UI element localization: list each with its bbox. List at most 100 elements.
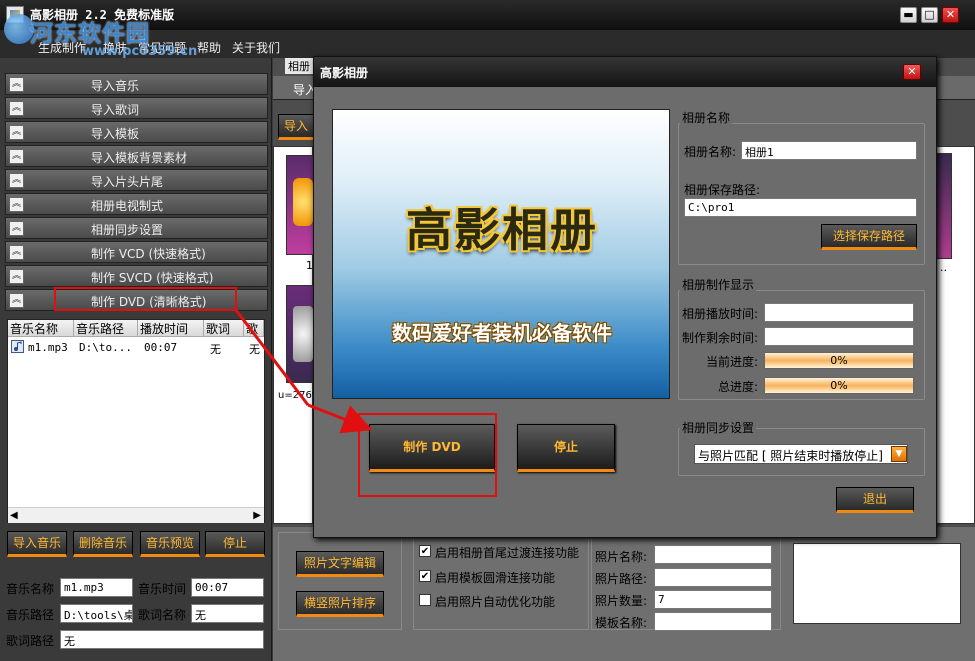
photo-path-field[interactable] [654,568,772,587]
table-cell: m1.mp3 [28,341,68,354]
column-header[interactable]: 播放时间 [138,320,204,337]
sidebar-item-import-bg[interactable]: ︽ 导入模板背景素材 [5,145,268,167]
photo-label: 1 [306,259,313,272]
template-name-field[interactable] [654,612,772,631]
lyric-name-field[interactable]: 无 [191,604,264,623]
make-dvd-dialog: 高影相册 ✕ 高影相册 数码爱好者装机必备软件 制作 DVD 停止 相册名称 相… [313,56,937,538]
photo-text-edit-button[interactable]: 照片文字编辑 [296,551,384,577]
scroll-left-icon[interactable]: ◀ [10,510,18,521]
group-title: 相册名称 [680,109,733,126]
album-preview: 高影相册 数码爱好者装机必备软件 [332,109,670,399]
import-photo-button[interactable]: 导入 [278,114,314,140]
group-title: 相册制作显示 [680,276,757,293]
current-progress-label: 当前进度: [706,355,759,369]
preview-music-button[interactable]: 音乐预览 [140,531,200,557]
highlight-box-make [358,413,497,497]
photo-thumbnail[interactable] [286,285,314,383]
column-header[interactable]: 歌 [244,320,264,337]
play-time-label: 相册播放时间: [682,307,759,321]
watermark-text: 河东软件园 [30,21,150,47]
sidebar-item-import-lyrics[interactable]: ︽ 导入歌词 [5,97,268,119]
checkbox-smooth[interactable]: ✔ [419,570,431,582]
lyric-path-field[interactable]: 无 [60,630,264,649]
minimize-button[interactable]: ▬ [900,7,917,23]
preview-box [793,543,961,624]
photo-thumbnail[interactable] [936,153,952,259]
photo-path-label: 照片路径: [595,572,648,586]
dropdown-arrow-icon[interactable]: ▼ [891,446,907,462]
chevron-up-icon: ︽ [9,221,24,236]
template-name-label: 模板名称: [595,616,648,630]
menu-help[interactable]: 帮助 [197,39,221,56]
chevron-up-icon: ︽ [9,293,24,308]
checkbox-transition[interactable]: ✔ [419,545,431,557]
maximize-button[interactable]: □ [921,7,938,23]
remaining-time-field[interactable] [764,327,914,346]
table-cell: 无 [249,343,260,356]
lyric-name-label: 歌词名称 [138,608,187,622]
photo-thumbnail[interactable] [286,155,314,255]
music-path-field[interactable]: D:\tools\桌面 [60,604,133,623]
delete-music-button[interactable]: 删除音乐 [73,531,133,557]
close-button[interactable]: ✕ [942,7,959,23]
chevron-up-icon: ︽ [9,125,24,140]
checkbox-optimize[interactable] [419,594,431,606]
sidebar-item-tv-format[interactable]: ︽ 相册电视制式 [5,193,268,215]
chevron-up-icon: ︽ [9,149,24,164]
column-header[interactable]: 音乐路径 [74,320,138,337]
music-name-label: 音乐名称 [6,582,55,596]
sync-mode-select[interactable]: 与照片匹配 [ 照片结束时播放停止] [694,444,908,464]
music-table[interactable]: 音乐名称 音乐路径 播放时间 歌词 歌 m1.mp3 D:\to... 00:0… [7,319,265,523]
watermark-url: www.pc0359.cn [82,44,198,59]
total-progress-bar: 0% [764,377,914,394]
music-path-label: 音乐路径 [6,608,55,622]
horizontal-scrollbar[interactable]: ◀ ▶ [8,507,264,523]
thumbnail-image [293,178,313,226]
play-time-field[interactable] [764,303,914,322]
chevron-up-icon: ︽ [9,245,24,260]
current-progress-bar: 0% [764,352,914,369]
choose-path-button[interactable]: 选择保存路径 [821,224,917,250]
sidebar-item-import-music[interactable]: ︽ 导入音乐 [5,73,268,95]
dialog-title: 高影相册 [320,66,369,80]
preview-subtitle: 数码爱好者装机必备软件 [392,321,612,345]
table-cell: D:\to... [79,341,132,354]
stop-button[interactable]: 停止 [517,424,615,472]
column-header[interactable]: 音乐名称 [8,320,74,337]
chevron-up-icon: ︽ [9,173,24,188]
dialog-close-button[interactable]: ✕ [903,64,921,80]
sidebar-item-import-intro[interactable]: ︽ 导入片头片尾 [5,169,268,191]
photo-count-label: 照片数量: [595,594,648,608]
album-path-label: 相册保存路径: [684,183,761,197]
table-cell: 无 [210,343,221,356]
group-title: 相册同步设置 [680,419,757,436]
photo-count-field[interactable]: 7 [654,590,772,609]
sidebar-item-svcd[interactable]: ︽ 制作 SVCD (快速格式) [5,265,268,287]
exit-button[interactable]: 退出 [836,487,914,513]
checkbox-label: 启用相册首尾过渡连接功能 [435,546,580,560]
album-name-label: 相册名称: [684,145,737,159]
highlight-box-dvd [54,287,237,311]
photo-name-label: 照片名称: [595,550,648,564]
chevron-up-icon: ︽ [9,269,24,284]
preview-title: 高影相册 [406,203,598,257]
menu-about[interactable]: 关于我们 [232,39,280,56]
photo-grid: 1 u=2769 [273,146,318,524]
scroll-right-icon[interactable]: ▶ [253,510,261,521]
stop-music-button[interactable]: 停止 [205,531,265,557]
sidebar-item-import-template[interactable]: ︽ 导入模板 [5,121,268,143]
music-time-field[interactable]: 00:07 [191,578,264,597]
photo-name-field[interactable] [654,545,772,564]
music-time-label: 音乐时间 [138,582,187,596]
photo-label: .. [940,261,947,274]
column-header[interactable]: 歌词 [204,320,244,337]
import-music-button[interactable]: 导入音乐 [7,531,67,557]
photo-grid-right: .. [935,146,975,524]
album-path-field[interactable]: C:\pro1 [684,198,917,217]
album-name-field[interactable]: 相册1 [741,141,917,160]
sidebar-item-sync[interactable]: ︽ 相册同步设置 [5,217,268,239]
photo-sort-button[interactable]: 横竖照片排序 [296,591,384,617]
chevron-up-icon: ︽ [9,77,24,92]
sidebar-item-vcd[interactable]: ︽ 制作 VCD (快速格式) [5,241,268,263]
music-name-field[interactable]: m1.mp3 [60,578,133,597]
